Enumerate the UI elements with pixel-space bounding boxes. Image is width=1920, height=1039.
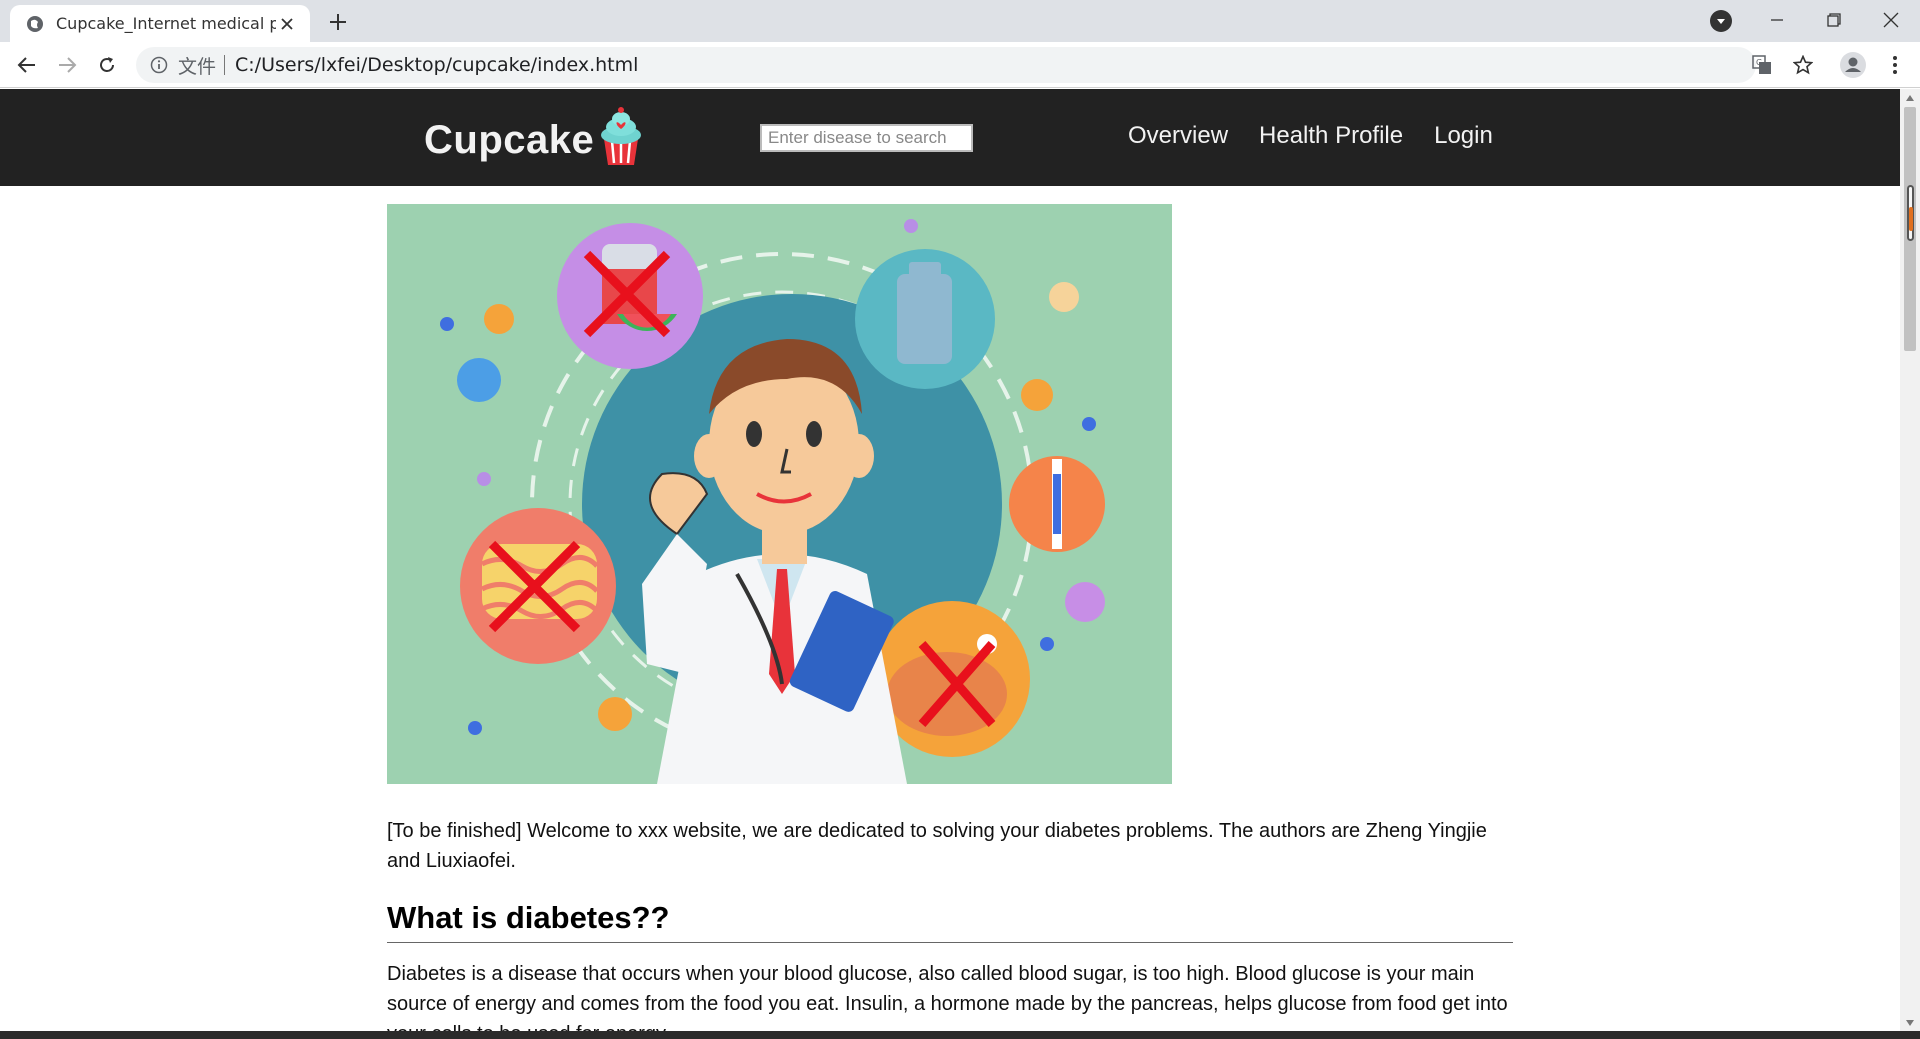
tab-search-icon[interactable] [1710, 10, 1732, 32]
info-icon[interactable] [150, 56, 168, 74]
url-scheme-label: 文件 [178, 55, 217, 78]
minimize-icon[interactable] [1748, 0, 1806, 40]
brand[interactable]: Cupcake [424, 107, 646, 167]
star-icon[interactable] [1788, 50, 1818, 80]
arrow-right-icon[interactable] [52, 50, 82, 80]
arrow-left-icon[interactable] [12, 50, 42, 80]
browser-toolbar: 文件 C:/Users/lxfei/Desktop/cupcake/index.… [0, 42, 1920, 88]
scroll-up-icon[interactable] [1900, 89, 1920, 106]
page-viewport: Cupcake Overview Health Profile Login [0, 89, 1900, 1031]
svg-text:G: G [1756, 58, 1762, 67]
window-close-icon[interactable] [1862, 0, 1920, 40]
url-text[interactable]: C:/Users/lxfei/Desktop/cupcake/index.htm… [235, 54, 638, 76]
nav-health-profile[interactable]: Health Profile [1259, 122, 1403, 150]
disease-search-input[interactable] [760, 124, 973, 152]
intro-paragraph: [To be finished] Welcome to xxx website,… [387, 820, 1487, 872]
restore-icon[interactable] [1805, 0, 1863, 40]
translate-icon[interactable]: G [1747, 50, 1777, 80]
hero-doctor-illustration [387, 204, 1172, 784]
section-heading: What is diabetes?? [387, 900, 1513, 943]
scroll-down-icon[interactable] [1900, 1014, 1920, 1031]
main-nav: Overview Health Profile Login [1128, 122, 1493, 150]
taskbar-edge [0, 1031, 1920, 1039]
section-paragraph: Diabetes is a disease that occurs when y… [387, 963, 1508, 1031]
site-navbar: Cupcake Overview Health Profile Login [0, 89, 1900, 186]
kebab-menu-icon[interactable] [1880, 50, 1910, 80]
tab-title: Cupcake_Internet medical plat [56, 14, 276, 33]
main-content: [To be finished] Welcome to xxx website,… [387, 204, 1513, 1031]
address-bar[interactable]: 文件 C:/Users/lxfei/Desktop/cupcake/index.… [136, 47, 1756, 83]
vertical-scrollbar[interactable] [1900, 89, 1920, 1031]
nav-overview[interactable]: Overview [1128, 122, 1228, 150]
globe-icon [26, 15, 44, 33]
plus-icon[interactable] [324, 8, 352, 36]
scroll-marker-indicator [1909, 207, 1913, 231]
close-icon[interactable] [276, 13, 298, 35]
cupcake-logo-icon [601, 107, 642, 165]
url-separator [224, 55, 226, 75]
browser-tab-active[interactable]: Cupcake_Internet medical plat [10, 5, 310, 42]
brand-name[interactable]: Cupcake [424, 118, 594, 163]
browser-tabstrip: Cupcake_Internet medical plat [0, 0, 1920, 42]
reload-icon[interactable] [92, 50, 122, 80]
account-icon[interactable] [1838, 50, 1868, 80]
nav-login[interactable]: Login [1434, 122, 1493, 150]
